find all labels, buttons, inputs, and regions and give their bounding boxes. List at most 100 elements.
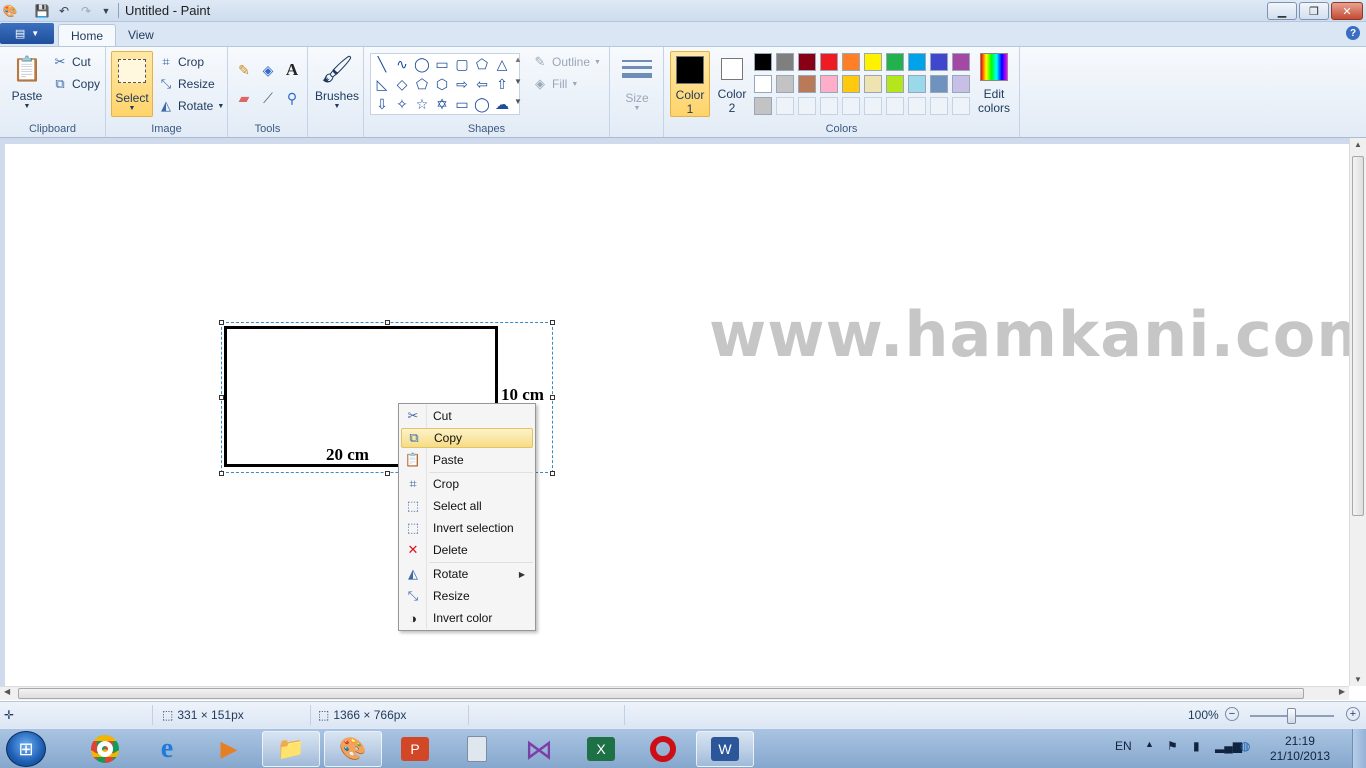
zoom-slider-thumb[interactable]	[1287, 708, 1296, 724]
palette-swatch[interactable]	[798, 53, 816, 71]
selection-handle-top-right[interactable]	[550, 320, 555, 325]
paste-button[interactable]: 📋 Paste ▼	[8, 53, 46, 111]
palette-swatch[interactable]	[754, 97, 772, 115]
menu-item-select-all[interactable]: ⬚ Select all	[401, 496, 533, 516]
copy-button[interactable]: ⧉ Copy	[52, 74, 100, 94]
shapes-expand-icon[interactable]: ▼	[514, 97, 522, 106]
selection-handle-top-left[interactable]	[219, 320, 224, 325]
palette-swatch[interactable]	[842, 75, 860, 93]
rounded-callout-shape-icon[interactable]: ▭	[452, 94, 472, 114]
undo-icon[interactable]: ↶	[56, 3, 72, 19]
selection-handle-bottom-left[interactable]	[219, 471, 224, 476]
palette-swatch[interactable]	[776, 75, 794, 93]
curve-shape-icon[interactable]: ∿	[392, 54, 412, 74]
scroll-left-arrow-icon[interactable]: ◀	[4, 687, 10, 696]
taskbar-calculator[interactable]	[448, 731, 506, 767]
restore-button[interactable]: ❐	[1299, 2, 1329, 20]
taskbar-opera[interactable]	[634, 731, 692, 767]
palette-swatch[interactable]	[820, 75, 838, 93]
oval-shape-icon[interactable]: ◯	[412, 54, 432, 74]
magnifier-icon[interactable]: ⚲	[281, 87, 303, 109]
fill-bucket-icon[interactable]: ◈	[257, 59, 279, 81]
show-desktop-button[interactable]	[1352, 729, 1366, 768]
close-button[interactable]: ✕	[1331, 2, 1363, 20]
six-point-star-shape-icon[interactable]: ✡	[432, 94, 452, 114]
redo-icon[interactable]: ↷	[78, 3, 94, 19]
palette-swatch[interactable]	[798, 75, 816, 93]
taskbar-internet-explorer[interactable]: e	[138, 731, 196, 767]
palette-swatch[interactable]	[842, 53, 860, 71]
menu-item-invert-color[interactable]: ◑ Invert color	[401, 608, 533, 628]
crop-button[interactable]: ⌗ Crop	[158, 52, 204, 72]
taskbar-media-player[interactable]: ▶	[200, 731, 258, 767]
right-triangle-shape-icon[interactable]: ◺	[372, 74, 392, 94]
color1-button[interactable]: Color 1	[670, 51, 710, 117]
cut-button[interactable]: ✂ Cut	[52, 52, 91, 72]
custom-color-slot[interactable]	[908, 97, 926, 115]
palette-swatch[interactable]	[952, 53, 970, 71]
vertical-scroll-thumb[interactable]	[1352, 156, 1364, 516]
custom-color-slot[interactable]	[842, 97, 860, 115]
cloud-callout-shape-icon[interactable]: ☁	[492, 94, 512, 114]
palette-swatch[interactable]	[908, 75, 926, 93]
pentagon-shape-icon[interactable]: ⬠	[412, 74, 432, 94]
custom-color-slot[interactable]	[798, 97, 816, 115]
pencil-icon[interactable]: ✎	[233, 59, 255, 81]
custom-color-slot[interactable]	[952, 97, 970, 115]
left-arrow-shape-icon[interactable]: ⇦	[472, 74, 492, 94]
taskbar-word[interactable]: W	[696, 731, 754, 767]
size-button[interactable]: Size ▼	[618, 53, 656, 112]
palette-swatch[interactable]	[820, 53, 838, 71]
text-tool-icon[interactable]: A	[281, 59, 303, 81]
show-hidden-icons-icon[interactable]: ▲	[1145, 739, 1154, 749]
taskbar-paint[interactable]: 🎨	[324, 731, 382, 767]
custom-color-slot[interactable]	[886, 97, 904, 115]
edit-colors-button[interactable]: Edit colors	[974, 53, 1014, 115]
custom-color-slot[interactable]	[864, 97, 882, 115]
network-icon[interactable]: ▂▄▆	[1215, 739, 1242, 753]
paint-app-icon[interactable]: 🎨	[2, 3, 18, 19]
palette-swatch[interactable]	[754, 53, 772, 71]
select-button[interactable]: Select ▼	[111, 51, 153, 117]
line-shape-icon[interactable]: ╲	[372, 54, 392, 74]
selection-handle-right[interactable]	[550, 395, 555, 400]
taskbar-visual-studio[interactable]: ⋈	[510, 731, 568, 767]
scroll-down-arrow-icon[interactable]: ▼	[1354, 675, 1362, 684]
palette-swatch[interactable]	[776, 53, 794, 71]
hexagon-shape-icon[interactable]: ⬡	[432, 74, 452, 94]
palette-swatch[interactable]	[754, 75, 772, 93]
system-clock[interactable]: 21:19 21/10/2013	[1270, 734, 1330, 764]
color-picker-icon[interactable]: ⟋	[257, 87, 279, 109]
customize-quick-access-icon[interactable]: ▼	[98, 3, 114, 19]
fill-button[interactable]: ◈ Fill ▼	[532, 74, 578, 94]
horizontal-scroll-thumb[interactable]	[18, 688, 1304, 699]
help-icon[interactable]: ?	[1346, 26, 1360, 40]
menu-item-copy[interactable]: ⧉ Copy	[401, 428, 533, 448]
palette-swatch[interactable]	[886, 75, 904, 93]
triangle-shape-icon[interactable]: △	[492, 54, 512, 74]
brushes-button[interactable]: 🖌 Brushes ▼	[314, 53, 360, 111]
custom-color-slot[interactable]	[776, 97, 794, 115]
four-point-star-shape-icon[interactable]: ✧	[392, 94, 412, 114]
rectangle-shape-icon[interactable]: ▭	[432, 54, 452, 74]
selection-handle-top[interactable]	[385, 320, 390, 325]
menu-item-paste[interactable]: 📋 Paste	[401, 450, 533, 470]
tab-view[interactable]: View	[116, 24, 166, 46]
polygon-shape-icon[interactable]: ⬠	[472, 54, 492, 74]
outline-button[interactable]: ✎ Outline ▼	[532, 52, 601, 72]
paint-menu-button[interactable]: ▤ ▼	[0, 23, 54, 44]
right-arrow-shape-icon[interactable]: ⇨	[452, 74, 472, 94]
horizontal-scrollbar[interactable]: ◀ ▶	[0, 686, 1349, 700]
language-indicator[interactable]: EN	[1115, 739, 1132, 753]
taskbar-explorer[interactable]: 📁	[262, 731, 320, 767]
taskbar-chrome[interactable]	[76, 731, 134, 767]
battery-icon[interactable]: ▮	[1193, 739, 1200, 753]
custom-color-slot[interactable]	[930, 97, 948, 115]
up-arrow-shape-icon[interactable]: ⇧	[492, 74, 512, 94]
palette-swatch[interactable]	[864, 53, 882, 71]
zoom-out-button[interactable]: −	[1225, 707, 1239, 721]
palette-swatch[interactable]	[930, 75, 948, 93]
shapes-scroll-down-icon[interactable]: ▼	[514, 77, 522, 86]
palette-swatch[interactable]	[952, 75, 970, 93]
palette-swatch[interactable]	[886, 53, 904, 71]
